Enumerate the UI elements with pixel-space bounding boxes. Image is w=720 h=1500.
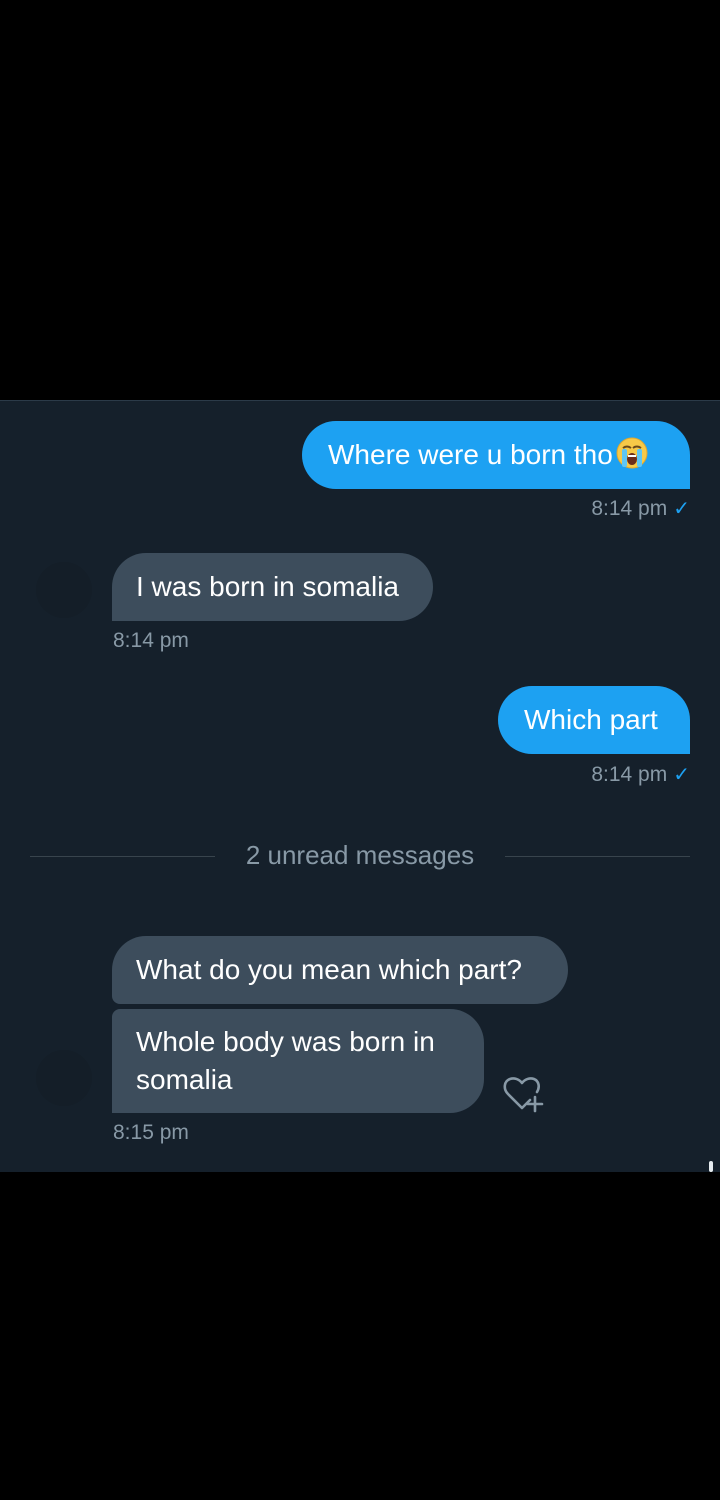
scrollbar-thumb[interactable] <box>709 1161 713 1172</box>
bottom-letterbox <box>0 1172 720 1500</box>
message-text: Which part <box>524 704 658 735</box>
loudly-crying-face-emoji <box>615 436 649 470</box>
message-bubble-outgoing[interactable]: Where were u born tho <box>302 421 690 489</box>
read-receipt-icon: ✓ <box>673 762 690 786</box>
read-receipt-icon: ✓ <box>673 496 690 520</box>
unread-messages-label: 2 unread messages <box>245 840 475 870</box>
message-text: Whole body was born in somalia <box>136 1026 435 1095</box>
avatar[interactable] <box>36 1050 92 1106</box>
message-bubble-incoming[interactable]: Whole body was born in somalia <box>112 1009 484 1113</box>
message-bubble-incoming[interactable]: I was born in somalia <box>112 553 433 621</box>
message-timestamp: 8:14 pm ✓ <box>591 762 690 786</box>
message-timestamp: 8:14 pm <box>113 629 189 652</box>
message-text: I was born in somalia <box>136 571 400 602</box>
screen: Where were u born tho 8:14 pm ✓ I was bor… <box>0 0 720 1500</box>
message-timestamp: 8:14 pm ✓ <box>591 496 690 520</box>
unread-messages-divider: 2 unread messages <box>30 836 690 876</box>
top-letterbox <box>0 0 720 400</box>
message-bubble-incoming[interactable]: What do you mean which part? <box>112 936 568 1004</box>
message-text: Where were u born tho <box>328 439 613 470</box>
message-timestamp: 8:15 pm <box>113 1121 189 1144</box>
avatar[interactable] <box>36 562 92 618</box>
heart-add-icon[interactable] <box>500 1070 544 1114</box>
message-bubble-outgoing[interactable]: Which part <box>498 686 690 754</box>
message-text: What do you mean which part? <box>136 954 522 985</box>
